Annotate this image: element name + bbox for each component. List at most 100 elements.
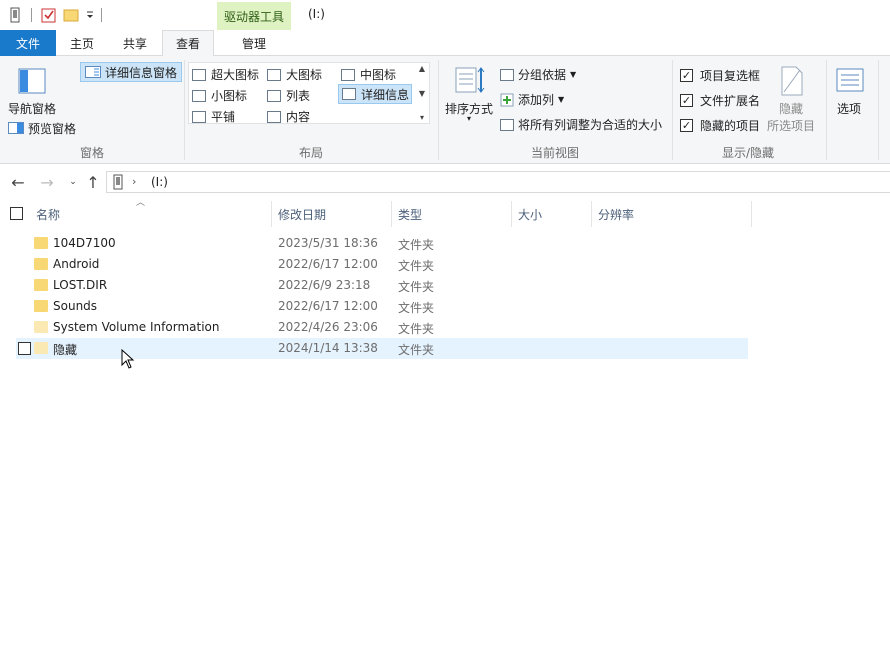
nav-pane-button[interactable]: 导航窗格 <box>6 64 58 124</box>
file-row[interactable]: Sounds 2022/6/17 12:00 文件夹 <box>16 296 748 317</box>
group-by-label: 分组依据 <box>518 68 567 82</box>
hidden-items-label: 隐藏的项目 <box>700 119 761 133</box>
small-icons-icon <box>192 89 206 102</box>
layout-item-label: 列表 <box>286 89 311 103</box>
ribbon-tabs: 文件 主页 共享 查看 管理 <box>0 30 890 57</box>
details-icon <box>342 88 356 100</box>
file-date: 2024/1/14 13:38 <box>278 341 378 355</box>
file-name: Sounds <box>53 299 98 313</box>
back-icon[interactable]: ← <box>9 173 27 192</box>
folder-icon <box>34 279 48 291</box>
file-name: LOST.DIR <box>53 278 108 292</box>
layout-item-label: 大图标 <box>286 68 323 82</box>
file-type: 文件夹 <box>398 322 435 336</box>
up-icon[interactable]: ↑ <box>84 173 102 192</box>
tab-manage[interactable]: 管理 <box>217 30 291 56</box>
file-name: System Volume Information <box>53 320 220 334</box>
forward-icon[interactable]: → <box>38 173 56 192</box>
new-folder-icon[interactable] <box>62 6 80 24</box>
add-column-label: 添加列 <box>518 93 555 107</box>
hide-selected-button[interactable]: 隐藏 所选项目 <box>766 64 820 133</box>
select-all-checkbox[interactable] <box>10 207 23 220</box>
tab-file[interactable]: 文件 <box>0 30 56 56</box>
breadcrumb-separator-icon[interactable]: › <box>132 175 136 188</box>
layout-medium-icons[interactable]: 中图标 <box>341 66 396 83</box>
details-pane-icon <box>85 66 101 78</box>
hidden-items-toggle[interactable]: ✓ 隐藏的项目 <box>680 117 760 134</box>
item-checkboxes-toggle[interactable]: ✓ 项目复选框 <box>680 67 760 84</box>
item-checkboxes-label: 项目复选框 <box>700 69 761 83</box>
recent-locations-icon[interactable]: ⌄ <box>64 173 82 191</box>
layout-extra-large-icons[interactable]: 超大图标 <box>192 66 259 83</box>
layout-list[interactable]: 列表 <box>267 87 310 104</box>
checkbox-checked-icon[interactable]: ✓ <box>680 94 693 107</box>
window-title: (I:) <box>308 7 325 21</box>
scroll-down-icon[interactable]: ▼ <box>419 89 425 98</box>
tab-view[interactable]: 查看 <box>162 30 214 57</box>
drive-icon <box>113 174 123 193</box>
column-header-size[interactable]: 大小 <box>512 201 592 227</box>
tiles-icon <box>192 110 206 123</box>
file-row[interactable]: System Volume Information 2022/4/26 23:0… <box>16 317 748 338</box>
file-type: 文件夹 <box>398 343 435 357</box>
layout-large-icons[interactable]: 大图标 <box>267 66 322 83</box>
layout-content[interactable]: 内容 <box>267 108 310 125</box>
file-row[interactable]: LOST.DIR 2022/6/9 23:18 文件夹 <box>16 275 748 296</box>
column-header-date[interactable]: 修改日期 <box>272 201 392 227</box>
add-column-button[interactable]: 添加列 ▼ <box>500 91 564 108</box>
column-header-type[interactable]: 类型 <box>392 201 512 227</box>
file-type: 文件夹 <box>398 238 435 252</box>
expand-gallery-icon[interactable]: ▾ <box>420 113 424 122</box>
sort-by-button[interactable]: 排序方式 ▾ <box>443 64 495 123</box>
file-type: 文件夹 <box>398 280 435 294</box>
large-icons-icon <box>267 68 281 81</box>
separator <box>31 8 32 22</box>
layout-scroll[interactable]: ▲ ▼ ▾ <box>416 64 428 122</box>
sort-icon <box>455 66 485 97</box>
customize-toolbar-icon[interactable] <box>84 6 96 24</box>
options-button[interactable]: 选项 <box>832 64 872 124</box>
checkbox-checked-icon[interactable]: ✓ <box>680 119 693 132</box>
nav-pane-icon <box>18 68 46 97</box>
tab-home[interactable]: 主页 <box>56 30 108 56</box>
drive-icon[interactable] <box>8 6 22 24</box>
details-pane-label: 详细信息窗格 <box>105 65 178 80</box>
group-label-layout: 布局 <box>298 146 323 160</box>
folder-icon <box>34 237 48 249</box>
separator <box>826 60 827 160</box>
preview-pane-button[interactable]: 预览窗格 <box>8 120 76 136</box>
details-pane-button[interactable]: 详细信息窗格 <box>80 62 183 82</box>
checkbox-empty-icon[interactable] <box>10 207 23 220</box>
properties-icon[interactable] <box>40 6 58 24</box>
file-row[interactable]: Android 2022/6/17 12:00 文件夹 <box>16 254 748 275</box>
checkbox-empty-icon[interactable] <box>18 342 31 355</box>
separator <box>878 60 879 160</box>
breadcrumb[interactable]: (I:) <box>151 175 168 189</box>
column-header-name[interactable]: 名称 <box>30 201 272 227</box>
file-row[interactable]: 104D7100 2023/5/31 18:36 文件夹 <box>16 233 748 254</box>
drive-tools-tab: 驱动器工具 <box>217 2 291 30</box>
scroll-up-icon[interactable]: ▲ <box>419 64 425 73</box>
column-header-resolution[interactable]: 分辨率 <box>592 201 752 227</box>
layout-item-label: 平铺 <box>211 110 236 124</box>
address-bar[interactable]: › (I:) <box>106 171 890 193</box>
checkbox-checked-icon[interactable]: ✓ <box>680 69 693 82</box>
file-date: 2022/4/26 23:06 <box>278 320 378 334</box>
file-extensions-toggle[interactable]: ✓ 文件扩展名 <box>680 92 760 109</box>
chevron-down-icon: ▼ <box>558 95 565 104</box>
layout-small-icons[interactable]: 小图标 <box>192 87 247 104</box>
layout-details[interactable]: 详细信息 <box>338 84 412 104</box>
file-name: 104D7100 <box>53 236 116 250</box>
folder-icon <box>34 342 48 354</box>
group-by-button[interactable]: 分组依据 ▼ <box>500 66 576 83</box>
fit-columns-icon <box>500 118 514 131</box>
layout-item-label: 详细信息 <box>361 87 410 102</box>
separator <box>101 8 102 22</box>
fit-columns-button[interactable]: 将所有列调整为合适的大小 <box>500 116 662 133</box>
layout-item-label: 超大图标 <box>211 68 260 82</box>
file-date: 2022/6/17 12:00 <box>278 299 378 313</box>
layout-tiles[interactable]: 平铺 <box>192 108 235 125</box>
tab-share[interactable]: 共享 <box>108 30 162 56</box>
file-date: 2022/6/9 23:18 <box>278 278 371 292</box>
folder-icon <box>34 321 48 333</box>
